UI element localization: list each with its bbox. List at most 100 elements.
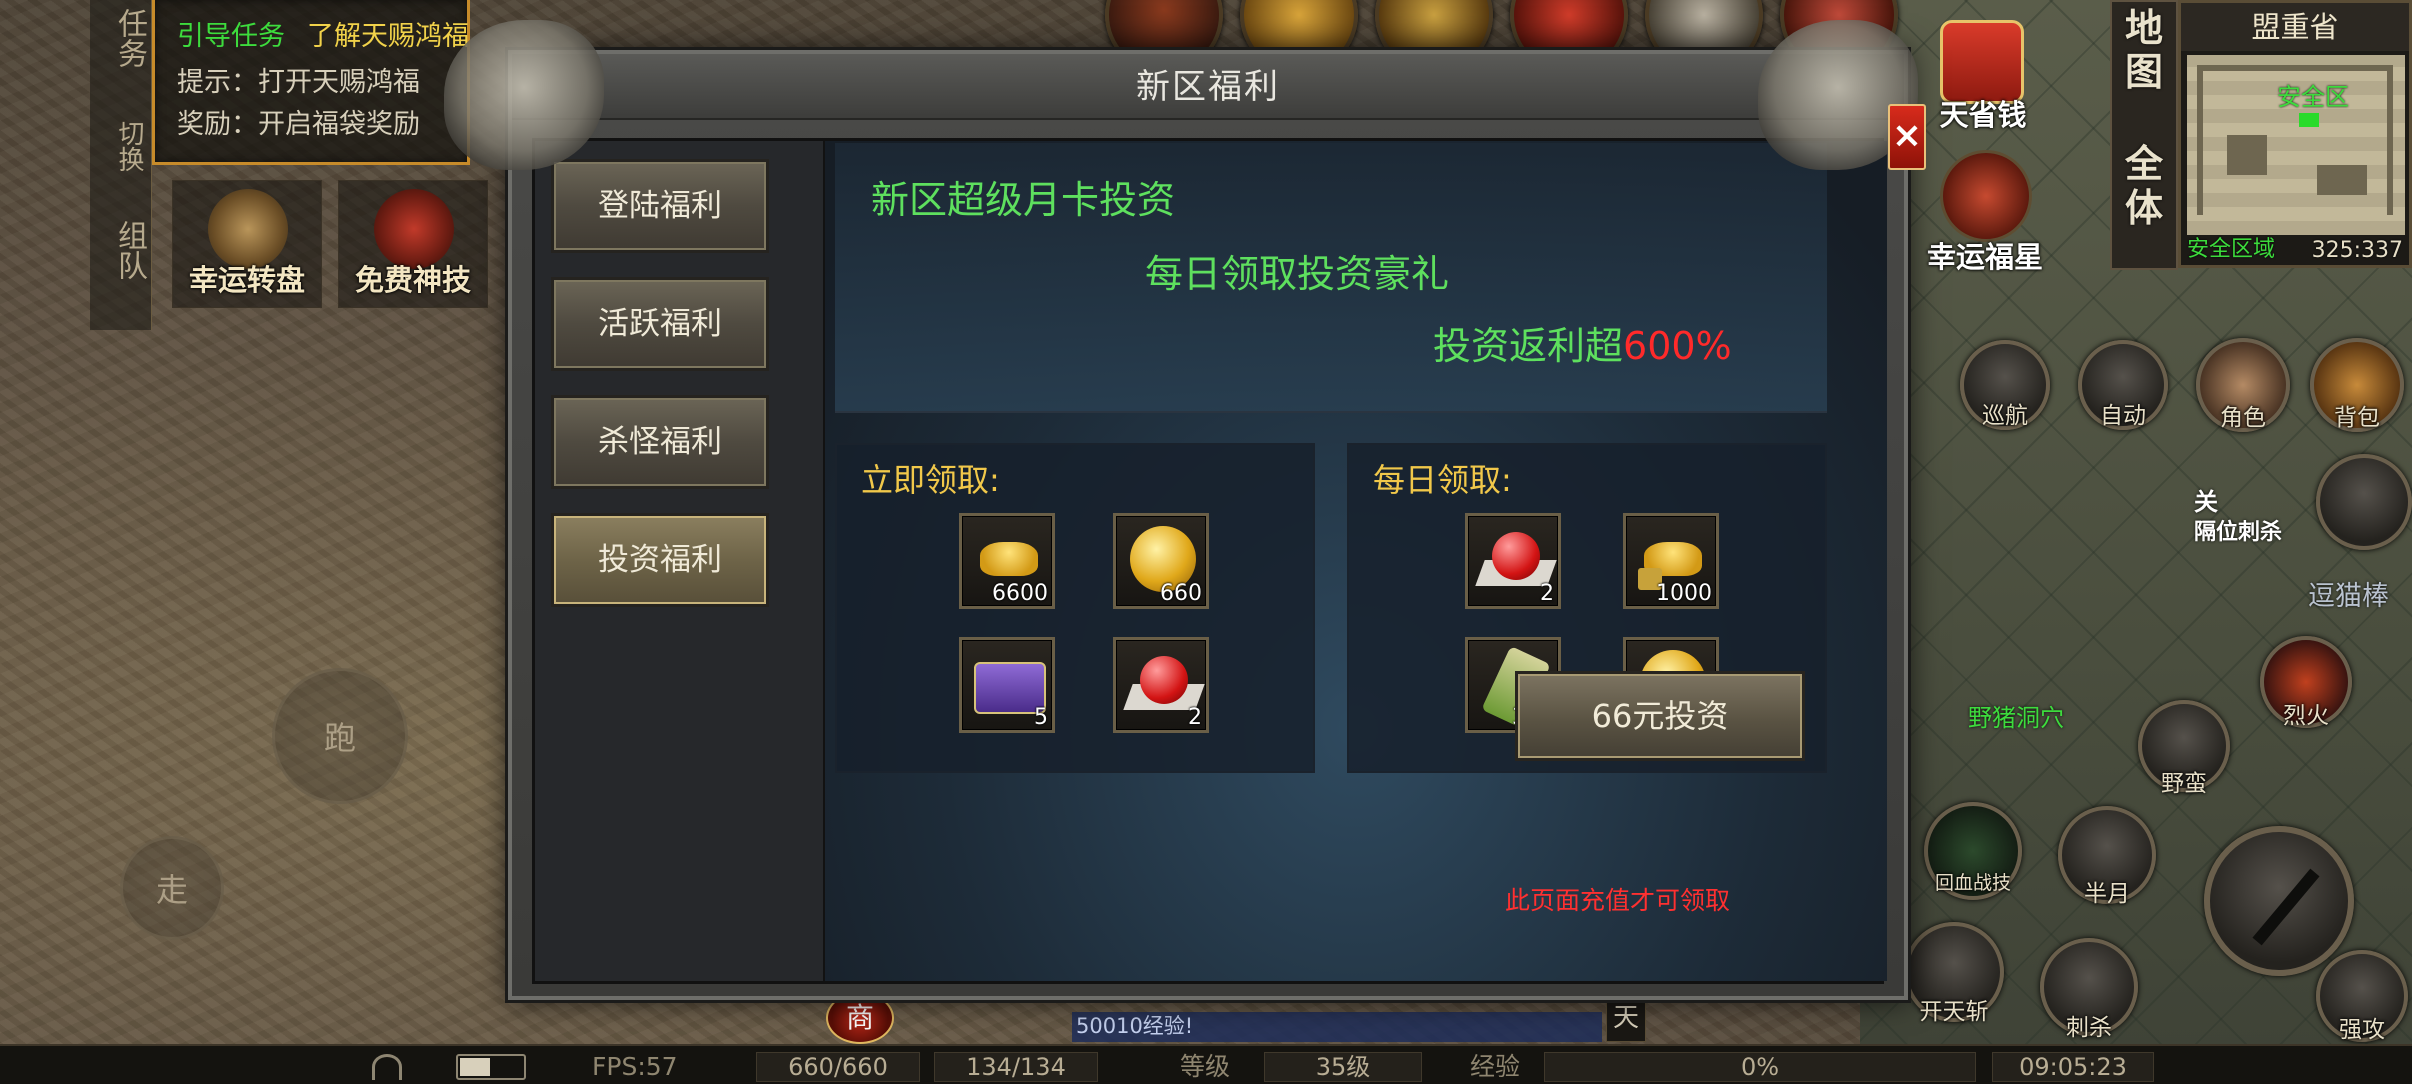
walk-label: 走: [155, 871, 188, 909]
power-attack-label: 强攻: [2339, 1017, 2385, 1043]
gold-ingot-icon: [980, 542, 1038, 576]
invest-button[interactable]: 66元投资: [1515, 671, 1805, 761]
bag-label: 背包: [2334, 405, 2380, 431]
quest-tracker[interactable]: 引导任务 了解天赐鸿福 提示：打开天赐鸿福 奖励：开启福袋奖励: [152, 0, 470, 165]
lucky-star-icon: [1940, 150, 2032, 242]
fps-readout: FPS:57: [592, 1052, 678, 1081]
mp-readout: 134/134: [934, 1052, 1098, 1082]
heal-skill-label: 回血战技: [1934, 872, 2011, 894]
red-gem-icon: [1492, 532, 1540, 580]
item-count: 2: [1188, 705, 1202, 730]
banner-line-1: 新区超级月卡投资: [871, 178, 1176, 222]
heal-skill-button[interactable]: 回血战技: [1924, 802, 2022, 900]
instant-rewards-panel: 立即领取: 6600 660 5 2: [835, 443, 1315, 773]
item-count: 2: [1540, 581, 1554, 606]
level-label: 等级: [1180, 1052, 1231, 1081]
item-count: 6600: [992, 581, 1048, 606]
welfare-modal: 新区福利 登陆福利 活跃福利 杀怪福利 投资福利 新区超级月卡投资 每日领取投资…: [508, 50, 1908, 1000]
fire-skill-button[interactable]: 烈火: [2260, 636, 2352, 729]
banner-line-3: 投资返利超600%: [1433, 315, 1732, 370]
banner-rebate-percent: 600%: [1623, 324, 1732, 368]
modal-title: 新区福利: [512, 54, 1904, 120]
tab-active-welfare[interactable]: 活跃福利: [551, 277, 769, 371]
banner-line-2: 每日领取投资豪礼: [1145, 252, 1450, 296]
save-money-button[interactable]: 天省钱: [1920, 20, 2046, 138]
tab-kill-welfare[interactable]: 杀怪福利: [551, 395, 769, 489]
reward-item[interactable]: 5: [959, 637, 1055, 733]
character-button[interactable]: 角色: [2196, 338, 2290, 432]
dragon-ornament-icon: [444, 20, 604, 170]
tab-quest[interactable]: 任务: [96, 8, 147, 68]
exp-percent: 0%: [1740, 1053, 1780, 1081]
assassinate-skill-button[interactable]: 刺杀: [2040, 938, 2138, 1041]
main-attack-button[interactable]: [2204, 826, 2354, 976]
sky-button[interactable]: 天: [1606, 994, 1646, 1042]
bag-button[interactable]: 背包: [2310, 338, 2404, 432]
quest-hint: 提示：打开天赐鸿福: [177, 67, 420, 98]
level-value: 35级: [1264, 1052, 1422, 1082]
save-money-label: 天省钱: [1939, 98, 2027, 132]
hp-readout: 660/660: [756, 1052, 920, 1082]
quest-header-task[interactable]: 了解天赐鸿福: [307, 14, 469, 53]
minimap-view[interactable]: 安全区: [2187, 55, 2405, 235]
free-skill-button[interactable]: 免费神技: [338, 180, 488, 308]
recharge-note: 此页面充值才可领取: [1505, 886, 1731, 915]
instant-rewards-title: 立即领取:: [861, 461, 1000, 499]
status-bar: FPS:57 660/660 134/134 等级 35级 经验 0% 09:0…: [0, 1044, 2412, 1084]
auto-button[interactable]: 自动: [2078, 340, 2168, 430]
exp-label: 经验: [1470, 1052, 1521, 1081]
run-label: 跑: [323, 719, 356, 757]
quest-side-tabs: 任务 切换 组队: [90, 0, 152, 330]
tab-login-welfare[interactable]: 登陆福利: [551, 159, 769, 253]
barbarian-skill-button[interactable]: 野蛮: [2138, 700, 2230, 797]
barbarian-skill-label: 野蛮: [2161, 771, 2207, 797]
coordinates: 325:337: [2311, 238, 2403, 263]
sky-slash-skill-label: 开天斩: [1919, 999, 1989, 1025]
modal-body: 登陆福利 活跃福利 杀怪福利 投资福利 新区超级月卡投资 每日领取投资豪礼 投资…: [532, 138, 1887, 984]
region-name: 盟重省: [2181, 3, 2409, 51]
lucky-star-label: 幸运福星: [1926, 240, 2043, 274]
red-gem-icon: [1140, 656, 1188, 704]
npc-label: 逗猫棒: [2308, 581, 2389, 612]
map-buttons: 地图 全体: [2110, 0, 2178, 270]
welfare-sidebar: 登陆福利 活跃福利 杀怪福利 投资福利: [535, 141, 825, 981]
reward-item[interactable]: 2: [1113, 637, 1209, 733]
close-button[interactable]: ×: [1888, 104, 1926, 170]
character-label: 角色: [2220, 405, 2266, 431]
cruise-button[interactable]: 巡航: [1960, 340, 2050, 430]
power-attack-button[interactable]: 强攻: [2316, 950, 2408, 1043]
tab-team[interactable]: 组队: [96, 220, 147, 280]
battery-icon: [456, 1054, 526, 1080]
minimap[interactable]: 盟重省 安全区 安全区域 325:337: [2178, 0, 2412, 268]
reward-item[interactable]: 2: [1465, 513, 1561, 609]
item-count: 5: [1034, 705, 1048, 730]
daily-rewards-title: 每日领取:: [1373, 461, 1512, 499]
player-marker-icon: [2299, 113, 2319, 127]
invest-banner: 新区超级月卡投资 每日领取投资豪礼 投资返利超600%: [835, 143, 1827, 413]
safe-area-label: 安全区域: [2187, 237, 2276, 262]
sky-slash-skill-button[interactable]: 开天斩: [1904, 922, 2004, 1025]
skip-stab-toggle[interactable]: 关 隔位刺杀: [2194, 482, 2304, 552]
fire-skill-label: 烈火: [2283, 703, 2329, 729]
lucky-star-button[interactable]: 幸运福星: [1910, 150, 2060, 280]
lucky-wheel-label: 幸运转盘: [188, 263, 305, 297]
tab-switch[interactable]: 切换: [96, 120, 146, 172]
all-button[interactable]: 全体: [2112, 142, 2176, 230]
tab-invest-welfare[interactable]: 投资福利: [551, 513, 769, 607]
half-moon-skill-button[interactable]: 半月: [2058, 806, 2156, 907]
chat-message[interactable]: 50010经验!: [1072, 1012, 1602, 1042]
reward-item[interactable]: 1000: [1623, 513, 1719, 609]
walk-joystick[interactable]: 走: [120, 836, 224, 940]
toggle-state: 关: [2194, 488, 2218, 516]
lucky-wheel-button[interactable]: 幸运转盘: [172, 180, 322, 308]
reward-item[interactable]: 660: [1113, 513, 1209, 609]
location-label: 野猪洞穴: [1968, 704, 2064, 732]
assassinate-skill-label: 刺杀: [2066, 1015, 2112, 1041]
auto-label: 自动: [2100, 403, 2146, 429]
sword-icon: [2252, 868, 2320, 946]
reward-item[interactable]: 6600: [959, 513, 1055, 609]
run-joystick[interactable]: 跑: [272, 668, 408, 804]
quest-reward: 奖励：开启福袋奖励: [177, 109, 420, 140]
compass-skill-button[interactable]: [2316, 454, 2412, 550]
map-button[interactable]: 地图: [2112, 6, 2176, 94]
